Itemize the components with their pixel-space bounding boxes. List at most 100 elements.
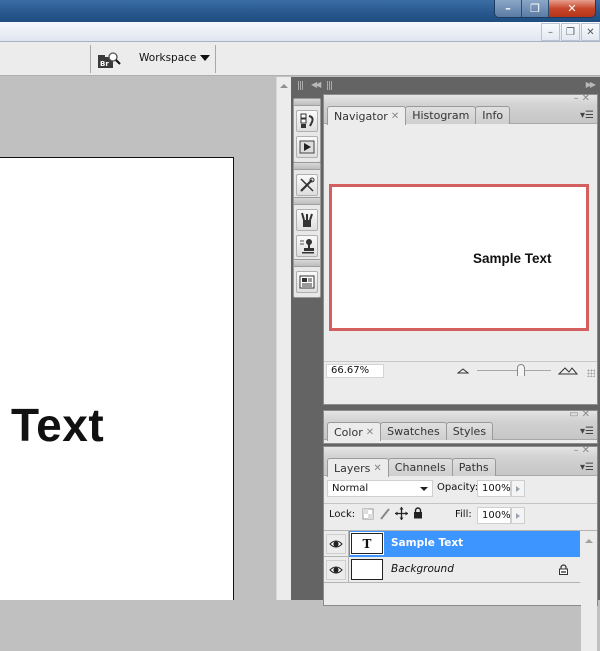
tab-label: Paths xyxy=(458,461,489,474)
blend-mode-value: Normal xyxy=(332,483,369,494)
color-tabs: Color ✕ Swatches Styles ▾☰ xyxy=(324,421,597,441)
tool-presets-button[interactable] xyxy=(296,174,318,196)
maximize-button[interactable]: ❐ xyxy=(522,0,549,17)
scroll-up-icon[interactable] xyxy=(280,84,288,88)
minimize-panel-icon[interactable]: – xyxy=(574,445,582,456)
panel-menu-icon[interactable]: ▾☰ xyxy=(580,426,594,437)
fill-input[interactable]: 100% xyxy=(477,507,511,524)
canvas-area[interactable]: Text xyxy=(0,77,276,600)
panel-header[interactable]: –✕ xyxy=(324,445,597,457)
tab-info[interactable]: Info xyxy=(475,106,511,124)
layer-main[interactable]: T Sample Text xyxy=(348,531,580,557)
brushes-button[interactable] xyxy=(296,209,318,231)
layer-row[interactable]: Background xyxy=(324,557,580,583)
tab-color[interactable]: Color ✕ xyxy=(327,422,382,441)
tab-paths[interactable]: Paths xyxy=(451,458,496,476)
canvas-text-layer[interactable]: Text xyxy=(11,398,104,452)
minimize-icon: – xyxy=(505,2,511,15)
tab-close-icon[interactable]: ✕ xyxy=(373,463,381,474)
minimize-button[interactable]: – xyxy=(495,0,522,17)
lock-position-icon[interactable] xyxy=(395,507,408,520)
dropdown-arrow-icon xyxy=(200,55,211,61)
zoom-in-icon[interactable] xyxy=(558,366,578,375)
lock-all-icon[interactable] xyxy=(413,507,423,519)
doc-close-button[interactable]: ✕ xyxy=(581,23,600,41)
visibility-toggle[interactable] xyxy=(326,534,346,554)
navigator-preview[interactable]: Sample Text xyxy=(329,184,589,331)
close-icon: ✕ xyxy=(567,2,577,15)
panel-controls: ▭✕ xyxy=(569,409,593,420)
close-button[interactable]: ✕ xyxy=(549,0,595,17)
zoom-out-icon[interactable] xyxy=(457,368,469,374)
restore-icon: ❐ xyxy=(566,26,575,38)
lock-image-icon[interactable] xyxy=(379,507,391,521)
workspace-menu[interactable]: Workspace xyxy=(139,52,211,64)
close-panel-icon[interactable]: ✕ xyxy=(582,445,593,456)
fill-slider-button[interactable] xyxy=(511,507,525,524)
document-canvas[interactable]: Text xyxy=(0,157,234,600)
expand-panel-icon[interactable]: ▭ xyxy=(569,409,581,420)
panel-menu-icon[interactable]: ▾☰ xyxy=(580,462,594,473)
tab-swatches[interactable]: Swatches xyxy=(380,422,447,440)
lock-transparent-icon[interactable] xyxy=(362,508,374,520)
group-header[interactable] xyxy=(294,260,320,267)
tab-label: Navigator xyxy=(334,109,388,123)
zoom-slider-track[interactable] xyxy=(477,370,551,371)
minimize-panel-icon[interactable]: – xyxy=(574,93,582,104)
clone-source-button[interactable] xyxy=(296,235,318,257)
blend-mode-select[interactable]: Normal xyxy=(327,480,433,497)
layer-name: Sample Text xyxy=(391,537,464,549)
opacity-slider-button[interactable] xyxy=(511,480,525,497)
layer-main[interactable]: Background xyxy=(348,557,580,583)
icon-group xyxy=(293,197,321,262)
tab-navigator[interactable]: Navigator ✕ xyxy=(327,106,407,125)
layers-panel: –✕ Layers ✕ Channels Paths ▾☰ Normal Opa… xyxy=(323,445,598,651)
layers-scrollbar[interactable] xyxy=(581,531,597,651)
layer-lock-icon xyxy=(559,564,568,575)
icon-group xyxy=(293,259,321,298)
history-button[interactable] xyxy=(296,110,318,132)
panel-header[interactable]: –✕ xyxy=(324,93,597,105)
canvas-vertical-scrollbar[interactable] xyxy=(276,77,291,600)
layer-name: Background xyxy=(391,563,454,575)
resize-grip-icon[interactable] xyxy=(587,369,595,377)
doc-minimize-button[interactable]: – xyxy=(541,23,560,41)
close-panel-icon[interactable]: ✕ xyxy=(582,409,593,420)
character-button[interactable] xyxy=(296,271,318,293)
tab-close-icon[interactable]: ✕ xyxy=(366,427,374,438)
drag-grip-icon[interactable] xyxy=(298,81,303,90)
text-layer-thumbnail: T xyxy=(351,533,383,554)
actions-button[interactable] xyxy=(296,136,318,158)
zoom-slider-thumb[interactable] xyxy=(517,364,526,376)
brushes-icon xyxy=(301,212,313,227)
drag-grip-icon[interactable] xyxy=(327,81,332,90)
tab-histogram[interactable]: Histogram xyxy=(405,106,477,124)
group-header[interactable] xyxy=(294,99,320,106)
close-icon: ✕ xyxy=(586,26,595,38)
panel-controls: –✕ xyxy=(574,93,593,104)
expand-right-icon[interactable]: ▶▶ xyxy=(586,80,596,89)
scroll-up-icon[interactable] xyxy=(585,539,593,543)
color-panel: ▭✕ Color ✕ Swatches Styles ▾☰ xyxy=(323,409,598,444)
tab-channels[interactable]: Channels xyxy=(387,458,453,476)
visibility-toggle[interactable] xyxy=(326,560,346,580)
tab-styles[interactable]: Styles xyxy=(445,422,494,440)
navigator-panel: –✕ Navigator ✕ Histogram Info ▾☰ Sample … xyxy=(323,93,598,405)
options-bar: Br Workspace xyxy=(0,42,600,76)
layer-row[interactable]: T Sample Text xyxy=(324,531,580,557)
tab-close-icon[interactable]: ✕ xyxy=(391,111,399,122)
tab-label: Layers xyxy=(334,461,371,475)
doc-restore-button[interactable]: ❐ xyxy=(561,23,580,41)
tab-layers[interactable]: Layers ✕ xyxy=(327,458,389,477)
zoom-level-input[interactable]: 66.67% xyxy=(326,364,384,378)
opacity-input[interactable]: 100% xyxy=(477,480,511,497)
close-panel-icon[interactable]: ✕ xyxy=(582,93,593,104)
layer-controls: Normal Opacity: 100% Lock: Fill: 100% xyxy=(324,476,597,530)
lock-label: Lock: xyxy=(329,509,356,520)
panel-header[interactable]: ▭✕ xyxy=(324,409,597,421)
panel-menu-icon[interactable]: ▾☰ xyxy=(580,110,594,121)
collapse-left-icon[interactable]: ◀◀ xyxy=(311,80,321,89)
group-header[interactable] xyxy=(294,198,320,205)
go-to-bridge-button[interactable]: Br xyxy=(97,51,123,69)
group-header[interactable] xyxy=(294,163,320,170)
